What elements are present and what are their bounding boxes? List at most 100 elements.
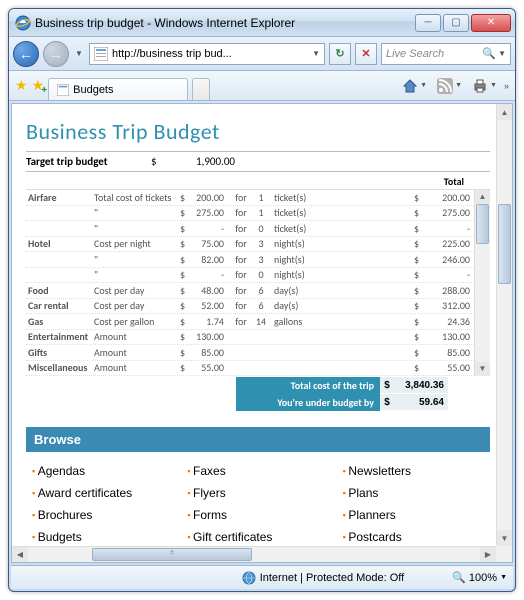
browse-link[interactable]: Postcards (343, 526, 490, 548)
row-currency: $ (180, 330, 190, 343)
row-for: for (230, 237, 252, 250)
scroll-thumb[interactable]: ± (92, 548, 252, 561)
search-icon[interactable]: 🔍 (482, 47, 496, 60)
scroll-thumb[interactable] (498, 204, 511, 284)
row-unit: day(s) (270, 284, 322, 297)
address-bar[interactable]: http://business trip bud... ▼ (89, 43, 325, 65)
zoom-control[interactable]: 🔍 100% ▼ (452, 571, 507, 584)
row-currency: $ (180, 237, 190, 250)
navigation-bar: ← → ▼ http://business trip bud... ▼ ↻ ✕ … (9, 37, 515, 71)
vertical-scrollbar[interactable]: ▲ ▼ (496, 104, 512, 546)
add-favorite-icon[interactable]: ★+ (32, 77, 45, 94)
browse-link[interactable]: Plans (343, 482, 490, 504)
browse-link[interactable]: Flyers (187, 482, 334, 504)
row-amount: 52.00 (190, 299, 230, 312)
scroll-up-icon[interactable]: ▲ (497, 104, 512, 120)
row-category: Food (26, 284, 94, 297)
scroll-down-icon[interactable]: ▼ (475, 362, 490, 376)
row-category: Airfare (26, 191, 94, 204)
summary-block: Total cost of the trip $ 3,840.36 You're… (26, 377, 490, 411)
row-qty: 14 (252, 315, 270, 328)
summary-total-currency: $ (380, 377, 394, 394)
stop-button[interactable]: ✕ (355, 43, 377, 65)
scroll-right-icon[interactable]: ▶ (480, 547, 496, 562)
summary-total-label: Total cost of the trip (236, 377, 380, 395)
browse-link[interactable]: Award certificates (32, 482, 179, 504)
budget-row: "$275.00for1ticket(s)$275.00 (26, 206, 490, 222)
back-button[interactable]: ← (13, 41, 39, 67)
print-icon (472, 78, 488, 94)
row-total: 312.00 (424, 299, 474, 312)
row-desc: " (94, 206, 180, 219)
chevron-down-icon: ▼ (500, 574, 507, 581)
minimize-button[interactable]: ─ (415, 14, 441, 32)
row-total-currency: $ (414, 284, 424, 297)
row-qty: 6 (252, 284, 270, 297)
scroll-corner (496, 546, 512, 562)
scroll-thumb[interactable] (476, 204, 489, 244)
browse-link[interactable]: Budgets (32, 526, 179, 548)
window-title: Business trip budget - Windows Internet … (35, 16, 415, 30)
row-desc: " (94, 268, 180, 281)
budget-row: "$-for0ticket(s)$- (26, 221, 490, 237)
row-total: 225.00 (424, 237, 474, 250)
browse-column: AgendasAward certificatesBrochuresBudget… (32, 460, 179, 548)
row-unit: night(s) (270, 237, 322, 250)
row-total: - (424, 268, 474, 281)
chevron-down-icon: ▼ (490, 82, 497, 89)
close-button[interactable]: ✕ (471, 14, 511, 32)
row-unit: night(s) (270, 268, 322, 281)
search-box[interactable]: Live Search 🔍 ▼ (381, 43, 511, 65)
zoom-icon: 🔍 (452, 571, 466, 584)
titlebar[interactable]: Business trip budget - Windows Internet … (9, 9, 515, 37)
row-currency: $ (180, 284, 190, 297)
security-zone-text: Internet | Protected Mode: Off (260, 572, 405, 584)
row-for: for (230, 284, 252, 297)
row-desc: " (94, 222, 180, 235)
row-category: Gas (26, 315, 94, 328)
scroll-up-icon[interactable]: ▲ (475, 190, 490, 204)
target-currency: $ (151, 155, 165, 168)
page-body: Business Trip Budget Target trip budget … (12, 104, 502, 563)
row-amount: 85.00 (190, 346, 230, 359)
budget-row: Car rentalCost per day$52.00for6day(s)$3… (26, 299, 490, 315)
browse-column: NewslettersPlansPlannersPostcards (343, 460, 490, 548)
nav-history-dropdown[interactable]: ▼ (73, 49, 85, 58)
favorites-icon[interactable]: ★ (15, 77, 28, 94)
rss-icon (437, 78, 453, 94)
row-currency: $ (180, 299, 190, 312)
summary-under-label: You're under budget by (236, 394, 380, 412)
row-for: for (230, 206, 252, 219)
forward-button[interactable]: → (43, 41, 69, 67)
budget-row: FoodCost per day$48.00for6day(s)$288.00 (26, 283, 490, 299)
new-tab-button[interactable] (192, 78, 210, 100)
row-total: 200.00 (424, 191, 474, 204)
row-for: for (230, 222, 252, 235)
home-button[interactable]: ▼ (399, 76, 430, 96)
row-amount: 200.00 (190, 191, 230, 204)
horizontal-scrollbar[interactable]: ◀ ± ▶ (12, 546, 496, 562)
browse-link[interactable]: Planners (343, 504, 490, 526)
row-total: 85.00 (424, 346, 474, 359)
scroll-left-icon[interactable]: ◀ (12, 547, 28, 562)
feeds-button[interactable]: ▼ (434, 76, 465, 96)
browse-link[interactable]: Agendas (32, 460, 179, 482)
row-desc: Cost per gallon (94, 315, 180, 328)
browse-link[interactable]: Faxes (187, 460, 334, 482)
maximize-button[interactable]: ▢ (443, 14, 469, 32)
row-currency: $ (180, 361, 190, 374)
refresh-button[interactable]: ↻ (329, 43, 351, 65)
browse-link[interactable]: Gift certificates (187, 526, 334, 548)
row-category: Miscellaneous (26, 361, 94, 374)
toolbar-overflow-icon[interactable]: » (504, 81, 509, 91)
scroll-down-icon[interactable]: ▼ (497, 530, 512, 546)
browse-link[interactable]: Brochures (32, 504, 179, 526)
browse-link[interactable]: Newsletters (343, 460, 490, 482)
grid-scrollbar[interactable]: ▲ ▼ (474, 190, 490, 376)
browse-header: Browse (26, 427, 490, 452)
browser-tab[interactable]: Budgets (48, 78, 188, 100)
row-for: for (230, 268, 252, 281)
browse-link[interactable]: Forms (187, 504, 334, 526)
row-amount: 1.74 (190, 315, 230, 328)
print-button[interactable]: ▼ (469, 76, 500, 96)
